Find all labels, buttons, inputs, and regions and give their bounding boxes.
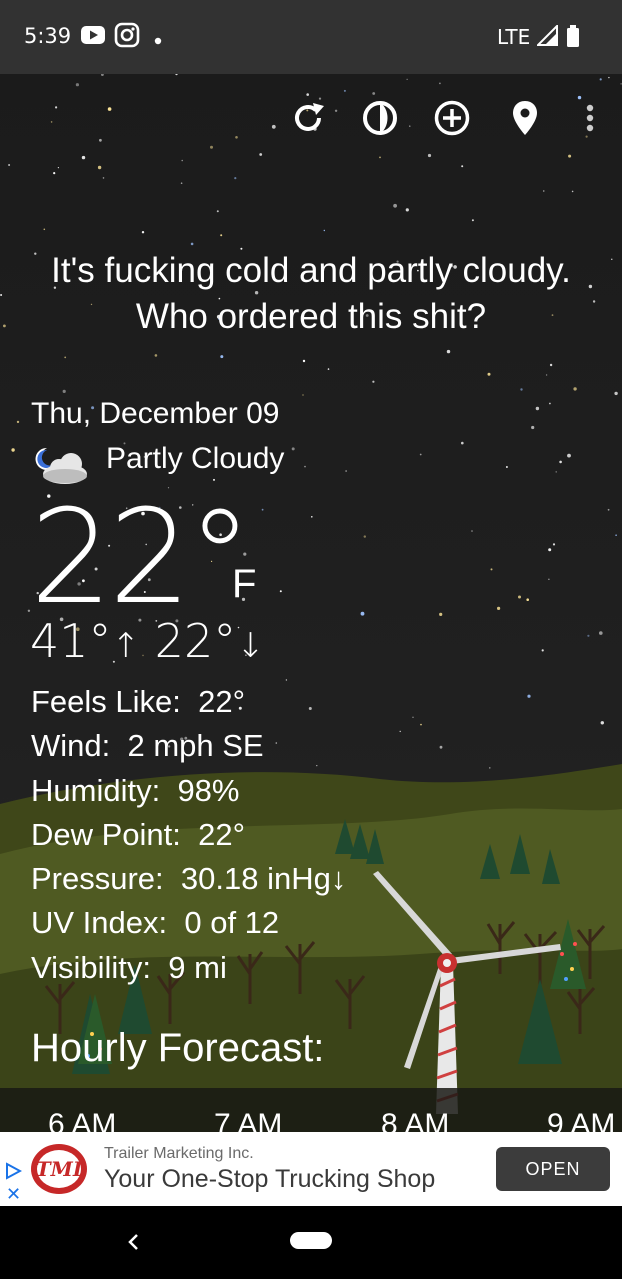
weather-scene: It's fucking cold and partly cloudy. Who… [0, 74, 622, 1132]
advertiser-logo: TMI [28, 1140, 90, 1203]
detail-row-feels-like: Feels Like: 22° [31, 680, 346, 724]
detail-value: 2 mph SE [127, 728, 264, 764]
detail-label: Dew Point: [31, 816, 181, 852]
add-location-icon [434, 100, 470, 136]
hourly-time: 7 AM [214, 1108, 283, 1132]
current-temperature: 22° [30, 481, 252, 633]
status-time: 5:39 [24, 24, 72, 48]
hourly-time: 8 AM [381, 1108, 450, 1132]
detail-row-dew-point: Dew Point: 22° [31, 813, 346, 857]
home-button[interactable] [290, 1232, 332, 1249]
current-date: Thu, December 09 [31, 397, 280, 430]
ad-open-button[interactable]: OPEN [496, 1147, 610, 1191]
detail-label: Visibility: [31, 949, 152, 985]
detail-value: 0 of 12 [184, 905, 280, 941]
high-arrow-icon: ↑ [111, 626, 141, 666]
detail-row-humidity: Humidity: 98% [31, 769, 346, 813]
svg-text:TMI: TMI [36, 1157, 83, 1181]
hourly-time: 6 AM [48, 1108, 117, 1132]
detail-value: 22° [198, 816, 246, 852]
detail-label: UV Index: [31, 905, 168, 941]
detail-row-wind: Wind: 2 mph SE [31, 724, 346, 768]
weather-tagline: It's fucking cold and partly cloudy. Who… [51, 251, 571, 336]
ad-close-icon[interactable]: ✕ [6, 1184, 21, 1205]
back-button[interactable] [120, 1228, 148, 1256]
signal-icon [535, 23, 559, 52]
ad-headline[interactable]: Your One-Stop Trucking Shop [104, 1165, 435, 1194]
system-nav-bar [0, 1206, 622, 1279]
location-button[interactable] [503, 96, 547, 140]
detail-label: Wind: [31, 728, 111, 764]
more-options-button[interactable] [568, 96, 612, 140]
notification-dot-icon [154, 32, 162, 50]
ad-banner[interactable]: ✕ TMI Trailer Marketing Inc. Your One-St… [0, 1132, 622, 1206]
high-low-temperatures: 41°↑ 22°↓ [30, 614, 265, 668]
low-arrow-icon: ↓ [236, 626, 265, 666]
adchoices-icon[interactable] [4, 1162, 23, 1185]
location-pin-icon [513, 101, 537, 135]
high-temperature: 41° [30, 614, 112, 668]
hourly-time: 9 AM [547, 1108, 616, 1132]
temperature-unit: F [232, 562, 257, 606]
detail-row-visibility: Visibility: 9 mi [31, 946, 346, 990]
detail-row-pressure: Pressure: 30.18 inHg↓ [31, 857, 346, 901]
detail-label: Feels Like: [31, 684, 181, 719]
battery-icon [566, 25, 580, 52]
hourly-forecast-title: Hourly Forecast: [31, 1026, 325, 1070]
refresh-button[interactable] [286, 96, 330, 140]
refresh-icon [295, 103, 324, 131]
current-condition: Partly Cloudy [106, 442, 285, 475]
ad-advertiser-name: Trailer Marketing Inc. [104, 1145, 254, 1162]
hourly-forecast-list[interactable]: 6 AM 7 AM 8 AM 9 AM [0, 1088, 622, 1132]
detail-label: Pressure: [31, 861, 164, 897]
radar-button[interactable] [358, 96, 402, 140]
detail-value: 22° [198, 684, 246, 719]
youtube-icon [80, 22, 106, 53]
low-temperature: 22° [154, 614, 237, 668]
detail-row-uv-index: UV Index: 0 of 12 [31, 901, 346, 945]
instagram-icon [114, 22, 140, 53]
more-vert-icon [586, 104, 594, 132]
status-bar: 5:39 LTE [0, 0, 622, 74]
back-chevron-icon [128, 1234, 138, 1250]
network-type: LTE [497, 25, 531, 49]
add-location-button[interactable] [430, 96, 474, 140]
detail-label: Humidity: [31, 772, 161, 808]
detail-value: 98% [177, 772, 240, 808]
detail-value: 9 mi [168, 949, 227, 985]
radar-icon [363, 101, 397, 135]
weather-details: Feels Like: 22° Wind: 2 mph SE Humidity:… [31, 680, 346, 990]
detail-value: 30.18 inHg↓ [180, 861, 347, 897]
